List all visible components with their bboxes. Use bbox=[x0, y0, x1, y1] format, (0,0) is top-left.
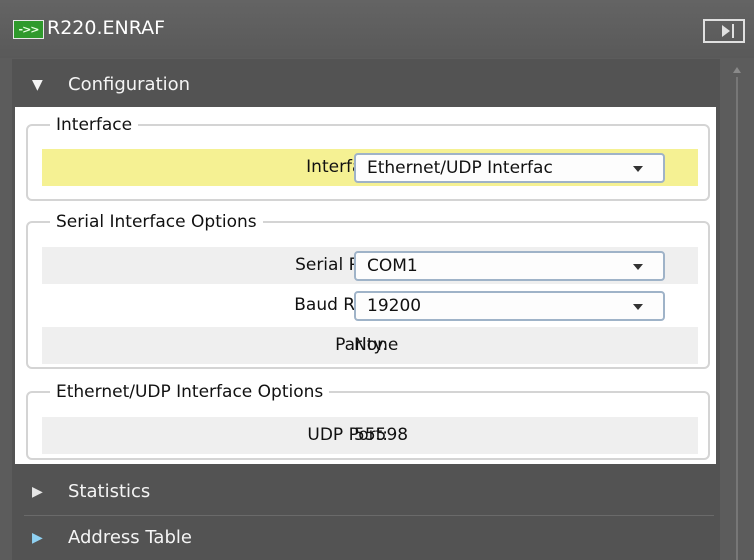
interface-value: Ethernet/UDP Interfac bbox=[367, 158, 553, 178]
section-label: Configuration bbox=[68, 74, 191, 95]
scroll-up-icon[interactable] bbox=[733, 67, 741, 73]
window-title: R220.ENRAF bbox=[47, 17, 166, 39]
serial-port-value: COM1 bbox=[367, 256, 418, 276]
chevron-down-icon bbox=[633, 264, 643, 270]
serial-port-dropdown[interactable]: COM1 bbox=[354, 251, 665, 281]
group-legend: Interface bbox=[56, 115, 133, 135]
parity-value: None bbox=[354, 335, 399, 355]
section-label: Statistics bbox=[68, 481, 151, 502]
udp-port-value: 55598 bbox=[354, 425, 409, 445]
section-label: Address Table bbox=[68, 527, 192, 548]
group-legend: Ethernet/UDP Interface Options bbox=[56, 382, 324, 402]
section-header-statistics[interactable]: ▶ Statistics bbox=[12, 470, 720, 514]
interface-dropdown[interactable]: Ethernet/UDP Interfac bbox=[354, 153, 665, 183]
chevron-down-icon bbox=[633, 304, 643, 310]
vertical-scrollbar[interactable] bbox=[732, 63, 742, 560]
expanded-triangle-icon: ▼ bbox=[32, 77, 43, 93]
section-header-configuration[interactable]: ▼ Configuration bbox=[12, 63, 720, 107]
collapse-panel-button[interactable] bbox=[703, 19, 745, 43]
play-right-icon bbox=[722, 25, 730, 37]
interface-row: Interface: Ethernet/UDP Interfac bbox=[42, 149, 698, 186]
chevron-down-icon bbox=[633, 166, 643, 172]
parity-row: Parity: None bbox=[42, 327, 698, 364]
scrollbar-track[interactable] bbox=[736, 77, 738, 560]
collapsed-triangle-icon: ▶ bbox=[32, 530, 43, 546]
section-header-address-table[interactable]: ▶ Address Table bbox=[12, 516, 720, 560]
baud-rate-value: 19200 bbox=[367, 296, 422, 316]
udp-port-row: UDP Port: 55598 bbox=[42, 417, 698, 454]
baud-rate-dropdown[interactable]: 19200 bbox=[354, 291, 665, 321]
baud-rate-row: Baud Rate: 19200 bbox=[42, 287, 698, 324]
configuration-content: Interface Interface: Ethernet/UDP Interf… bbox=[15, 107, 716, 464]
device-arrow-icon: ->> bbox=[13, 20, 44, 39]
collapsed-triangle-icon: ▶ bbox=[32, 484, 43, 500]
group-legend: Serial Interface Options bbox=[56, 212, 257, 232]
serial-port-row: Serial Port: COM1 bbox=[42, 247, 698, 284]
title-bar: ->> R220.ENRAF bbox=[0, 0, 754, 58]
